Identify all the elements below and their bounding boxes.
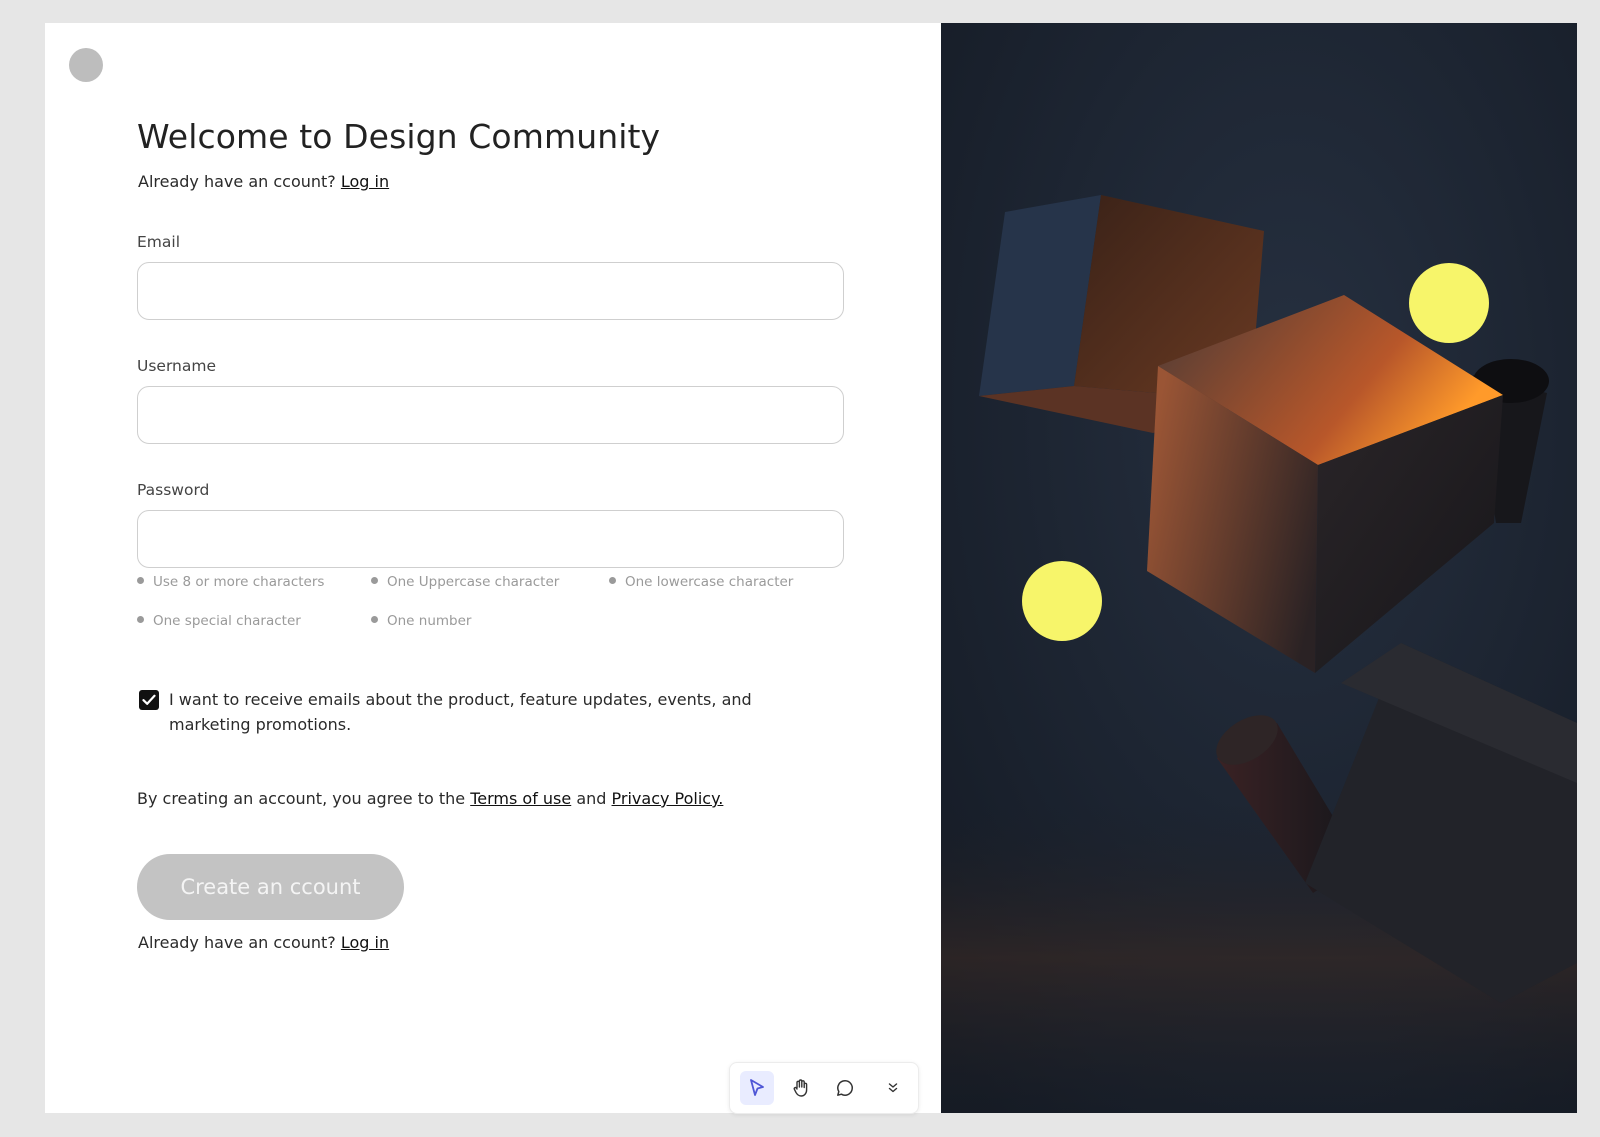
- app-frame: Welcome to Design Community Already have…: [45, 23, 1577, 1113]
- password-rule-text: One Uppercase character: [387, 574, 560, 590]
- legal-notice: By creating an account, you agree to the…: [137, 789, 723, 808]
- bottom-login-link[interactable]: Log in: [341, 933, 389, 952]
- page-title: Welcome to Design Community: [137, 117, 661, 156]
- hero-image: [941, 23, 1577, 1113]
- password-rule-text: One special character: [153, 613, 301, 629]
- pointer-tool-button[interactable]: [740, 1071, 774, 1105]
- pointer-icon: [750, 1079, 764, 1096]
- hand-icon: [793, 1079, 808, 1097]
- email-field[interactable]: [137, 262, 844, 320]
- password-rule: One number: [371, 613, 471, 629]
- marketing-checkbox-label[interactable]: I want to receive emails about the produ…: [169, 687, 809, 737]
- chevron-double-down-icon: [888, 1083, 898, 1093]
- legal-prefix: By creating an account, you agree to the: [137, 789, 466, 808]
- password-rule: Use 8 or more characters: [137, 574, 324, 590]
- password-rule-text: One number: [387, 613, 472, 629]
- checkmark-icon: [142, 694, 156, 705]
- email-label: Email: [137, 233, 181, 251]
- login-link[interactable]: Log in: [341, 172, 389, 191]
- bullet-icon: [137, 616, 144, 623]
- bullet-icon: [609, 577, 616, 584]
- password-label: Password: [137, 481, 210, 499]
- bullet-icon: [371, 577, 378, 584]
- sphere-left: [1022, 561, 1102, 641]
- password-field[interactable]: [137, 510, 844, 568]
- comment-icon: [837, 1080, 853, 1096]
- signup-panel: Welcome to Design Community Already have…: [45, 23, 941, 1113]
- canvas-toolbar: [729, 1062, 919, 1114]
- password-rule: One Uppercase character: [371, 574, 559, 590]
- password-rule-text: Use 8 or more characters: [153, 574, 325, 590]
- bullet-icon: [371, 616, 378, 623]
- login-prompt-text: Already have an ccount?: [138, 172, 336, 191]
- hand-tool-button[interactable]: [784, 1071, 818, 1105]
- sphere-top: [1409, 263, 1489, 343]
- username-field[interactable]: [137, 386, 844, 444]
- privacy-link[interactable]: Privacy Policy.: [612, 789, 724, 808]
- bullet-icon: [137, 577, 144, 584]
- password-rule: One special character: [137, 613, 301, 629]
- create-account-button[interactable]: Create an ccount: [137, 854, 404, 920]
- avatar[interactable]: [69, 48, 103, 82]
- username-label: Username: [137, 357, 217, 375]
- marketing-checkbox[interactable]: [139, 690, 159, 710]
- login-prompt: Already have an ccount? Log in: [138, 172, 389, 191]
- password-rule-text: One lowercase character: [625, 574, 794, 590]
- legal-and: and: [576, 789, 607, 808]
- terms-link[interactable]: Terms of use: [470, 789, 571, 808]
- password-rule: One lowercase character: [609, 574, 793, 590]
- more-tools-button[interactable]: [876, 1071, 910, 1105]
- comment-tool-button[interactable]: [828, 1071, 862, 1105]
- bottom-login-prompt-text: Already have an ccount?: [138, 933, 336, 952]
- bottom-login-prompt: Already have an ccount? Log in: [138, 933, 389, 952]
- floating-cubes-illustration: [941, 23, 1577, 1113]
